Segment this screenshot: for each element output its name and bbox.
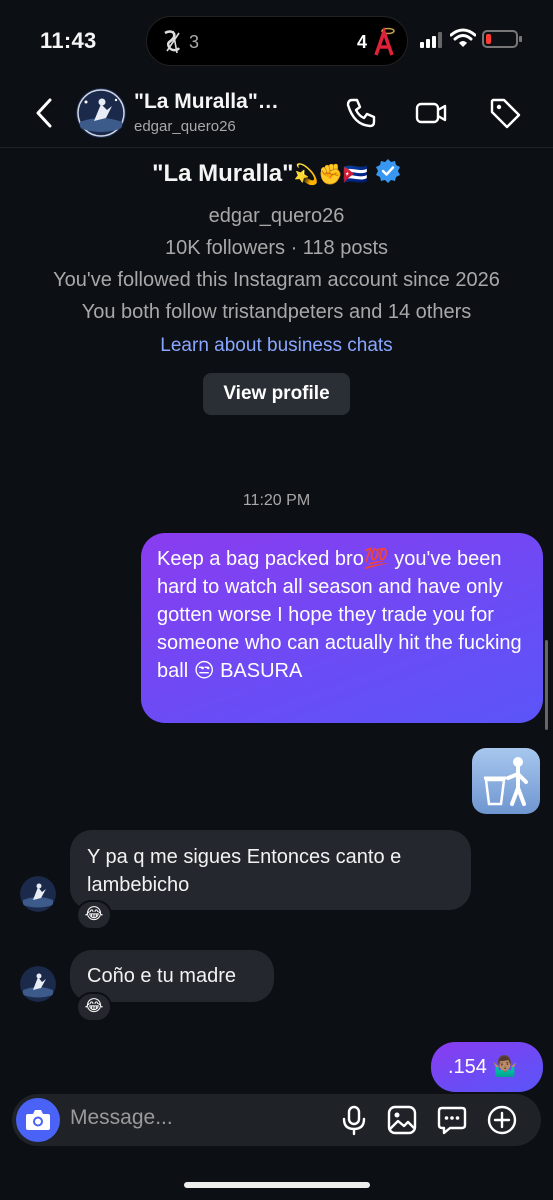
profile-username: edgar_quero26 [208, 205, 345, 227]
incoming-message[interactable]: Y pa q me sigues Entonces canto e lambeb… [70, 830, 471, 910]
camera-button[interactable] [16, 1098, 60, 1142]
battery-icon [482, 30, 522, 48]
wifi-icon [450, 28, 476, 47]
score-right: 4 [356, 32, 367, 52]
sender-avatar[interactable] [20, 966, 56, 1002]
back-chevron-icon[interactable] [32, 96, 56, 130]
header-avatar[interactable] [76, 88, 126, 138]
profile-followed-since: You've followed this Instagram account s… [53, 269, 500, 291]
scrollbar[interactable] [545, 640, 548, 730]
tag-icon[interactable] [488, 96, 522, 130]
video-call-icon[interactable] [414, 96, 448, 130]
view-profile-button[interactable]: View profile [203, 373, 350, 415]
outgoing-emoji-message[interactable] [472, 748, 540, 814]
score-left: 3 [189, 32, 200, 52]
sender-avatar[interactable] [20, 876, 56, 912]
profile-name-row: "La Muralla"💫✊🇨🇺 [0, 158, 553, 191]
profile-mutuals: You both follow tristandpeters and 14 ot… [81, 301, 472, 323]
status-bar: 11:43 3 4 [0, 0, 553, 80]
message-composer [12, 1094, 541, 1146]
microphone-icon[interactable] [338, 1104, 370, 1136]
put-litter-in-bin-icon [484, 757, 528, 806]
chat-header: "La Muralla"… edgar_quero26 [0, 80, 553, 148]
plus-icon[interactable] [486, 1104, 518, 1136]
status-time: 11:43 [40, 28, 97, 53]
header-username[interactable]: edgar_quero26 [134, 118, 236, 135]
message-reaction[interactable]: 😂 [76, 900, 112, 930]
dynamic-island-live-score[interactable]: 3 4 [146, 16, 408, 66]
camera-icon [26, 1110, 50, 1130]
message-timestamp: 11:20 PM [242, 492, 311, 509]
sticker-icon[interactable] [436, 1104, 468, 1136]
outgoing-message[interactable]: .154 🤷🏽‍♂️ [431, 1042, 543, 1092]
verified-badge-icon [375, 159, 400, 183]
profile-stats: 10K followers · 118 posts [164, 237, 389, 259]
header-name[interactable]: "La Muralla"… [134, 90, 279, 114]
cellular-signal-icon [420, 32, 442, 48]
message-input[interactable] [70, 1106, 320, 1130]
profile-name: "La Muralla" [152, 160, 294, 187]
profile-name-emojis: 💫✊🇨🇺 [293, 164, 369, 186]
gallery-icon[interactable] [386, 1104, 418, 1136]
profile-summary: "La Muralla"💫✊🇨🇺 edgar_quero26 10K follo… [0, 150, 553, 415]
learn-business-chats-link[interactable]: Learn about business chats [0, 333, 553, 359]
home-indicator[interactable] [184, 1182, 370, 1188]
angels-logo-icon [374, 27, 395, 56]
outgoing-message[interactable]: Keep a bag packed bro💯 you've been hard … [141, 533, 543, 723]
phone-icon[interactable] [344, 96, 378, 130]
message-reaction[interactable]: 😂 [76, 992, 112, 1022]
white-sox-logo-icon [164, 30, 181, 54]
